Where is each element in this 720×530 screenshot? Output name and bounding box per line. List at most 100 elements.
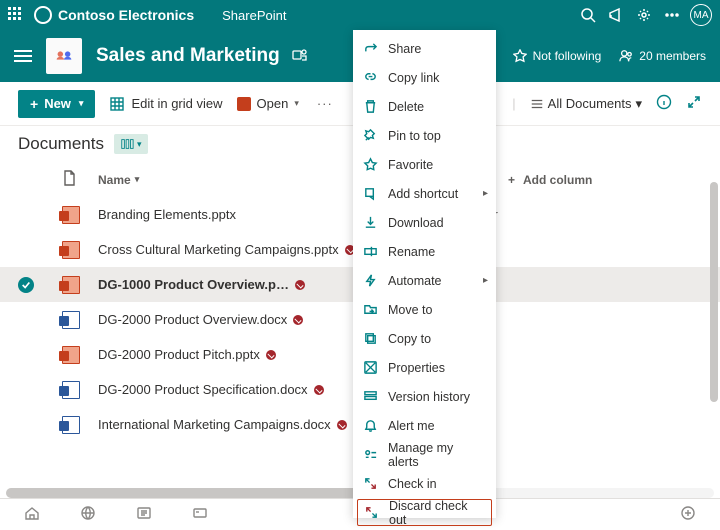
- members-button[interactable]: 20 members: [619, 49, 706, 63]
- file-name[interactable]: DG-2000 Product Specification.docx: [98, 382, 308, 397]
- menu-item-label: Move to: [388, 303, 432, 317]
- powerpoint-icon: [237, 97, 251, 111]
- delete-icon: [363, 99, 378, 114]
- type-column-header[interactable]: [62, 170, 98, 189]
- file-name[interactable]: Branding Elements.pptx: [98, 207, 236, 222]
- link-icon: [363, 70, 378, 85]
- list-icon[interactable]: [136, 505, 152, 524]
- library-view-mode-button[interactable]: ▾: [114, 134, 148, 154]
- menu-item-check-in[interactable]: Check in: [353, 469, 496, 498]
- add-icon[interactable]: [680, 505, 696, 524]
- menu-item-move-to[interactable]: Move to: [353, 295, 496, 324]
- new-label: New: [44, 96, 71, 111]
- globe-icon[interactable]: [80, 505, 96, 524]
- menu-item-label: Favorite: [388, 158, 433, 172]
- menu-item-discard-check-out[interactable]: Discard check out: [357, 499, 492, 526]
- checked-out-icon: [293, 315, 303, 325]
- alert-icon: [363, 418, 378, 433]
- megaphone-icon[interactable]: [602, 1, 630, 29]
- menu-item-label: Share: [388, 42, 421, 56]
- menu-item-label: Discard check out: [389, 499, 485, 527]
- word-file-icon: [62, 381, 80, 399]
- menu-item-rename[interactable]: Rename: [353, 237, 496, 266]
- chevron-down-icon: ▾: [79, 98, 84, 109]
- app-launcher-icon[interactable]: [8, 7, 24, 23]
- nav-toggle-icon[interactable]: [14, 47, 32, 65]
- follow-label: Not following: [533, 49, 602, 63]
- new-button[interactable]: + New ▾: [18, 90, 95, 118]
- edit-grid-label: Edit in grid view: [131, 96, 222, 111]
- avatar[interactable]: MA: [690, 4, 712, 26]
- file-name[interactable]: DG-2000 Product Pitch.pptx: [98, 347, 260, 362]
- chevron-down-icon: ▾: [137, 139, 142, 150]
- menu-item-favorite[interactable]: Favorite: [353, 150, 496, 179]
- follow-button[interactable]: Not following: [513, 49, 602, 63]
- menu-item-properties[interactable]: Properties: [353, 353, 496, 382]
- home-icon[interactable]: [24, 505, 40, 524]
- search-icon[interactable]: [574, 1, 602, 29]
- properties-icon: [363, 360, 378, 375]
- more-icon[interactable]: [658, 1, 686, 29]
- app-name[interactable]: SharePoint: [222, 8, 286, 23]
- menu-item-label: Manage my alerts: [388, 441, 486, 469]
- menu-item-label: Properties: [388, 361, 445, 375]
- site-logo[interactable]: [46, 38, 82, 74]
- site-title[interactable]: Sales and Marketing: [96, 45, 280, 67]
- library-title: Documents: [18, 134, 104, 154]
- menu-item-label: Rename: [388, 245, 435, 259]
- file-name[interactable]: International Marketing Campaigns.docx: [98, 417, 331, 432]
- open-label: Open: [257, 96, 289, 111]
- menu-item-download[interactable]: Download: [353, 208, 496, 237]
- add-column-button[interactable]: Add column: [508, 173, 688, 187]
- file-name[interactable]: DG-1000 Product Overview.p…: [98, 277, 289, 292]
- checked-out-icon: [314, 385, 324, 395]
- teams-icon[interactable]: [292, 47, 308, 66]
- expand-icon[interactable]: [686, 94, 702, 113]
- menu-item-copy-link[interactable]: Copy link: [353, 63, 496, 92]
- shortcut-icon: [363, 186, 378, 201]
- checked-out-icon: [337, 420, 347, 430]
- pin-icon: [363, 128, 378, 143]
- suite-bar: Contoso Electronics SharePoint MA: [0, 0, 720, 30]
- chevron-right-icon: ▸: [483, 275, 488, 286]
- menu-item-add-shortcut[interactable]: Add shortcut▸: [353, 179, 496, 208]
- checked-out-icon: [295, 280, 305, 290]
- star-icon: [363, 157, 378, 172]
- chevron-down-icon: ▾: [294, 98, 299, 109]
- powerpoint-file-icon: [62, 206, 80, 224]
- view-label: All Documents: [548, 96, 632, 111]
- managealerts-icon: [363, 447, 378, 462]
- file-name[interactable]: DG-2000 Product Overview.docx: [98, 312, 287, 327]
- rename-icon: [363, 244, 378, 259]
- menu-item-manage-my-alerts[interactable]: Manage my alerts: [353, 440, 496, 469]
- view-selector[interactable]: All Documents ▾: [530, 96, 642, 112]
- name-column-header[interactable]: Name ▾: [98, 173, 388, 187]
- info-icon[interactable]: [656, 94, 672, 113]
- menu-item-share[interactable]: Share: [353, 34, 496, 63]
- tenant-logo-icon: [34, 6, 52, 24]
- card-icon[interactable]: [192, 505, 208, 524]
- menu-item-label: Check in: [388, 477, 437, 491]
- menu-item-label: Automate: [388, 274, 442, 288]
- menu-item-label: Pin to top: [388, 129, 441, 143]
- menu-item-pin-to-top[interactable]: Pin to top: [353, 121, 496, 150]
- open-button[interactable]: Open ▾: [237, 96, 299, 111]
- chevron-down-icon: ▾: [635, 96, 642, 112]
- more-commands-button[interactable]: ···: [313, 96, 337, 111]
- vertical-scrollbar[interactable]: [710, 182, 718, 402]
- word-file-icon: [62, 416, 80, 434]
- chevron-right-icon: ▸: [483, 188, 488, 199]
- download-icon: [363, 215, 378, 230]
- settings-icon[interactable]: [630, 1, 658, 29]
- menu-item-alert-me[interactable]: Alert me: [353, 411, 496, 440]
- menu-item-label: Copy to: [388, 332, 431, 346]
- edit-grid-button[interactable]: Edit in grid view: [109, 96, 222, 112]
- menu-item-label: Delete: [388, 100, 424, 114]
- menu-item-automate[interactable]: Automate ▸: [353, 266, 496, 295]
- members-label: 20 members: [639, 49, 706, 63]
- menu-item-copy-to[interactable]: Copy to: [353, 324, 496, 353]
- menu-item-delete[interactable]: Delete: [353, 92, 496, 121]
- checked-out-icon: [266, 350, 276, 360]
- menu-item-version-history[interactable]: Version history: [353, 382, 496, 411]
- file-name[interactable]: Cross Cultural Marketing Campaigns.pptx: [98, 242, 339, 257]
